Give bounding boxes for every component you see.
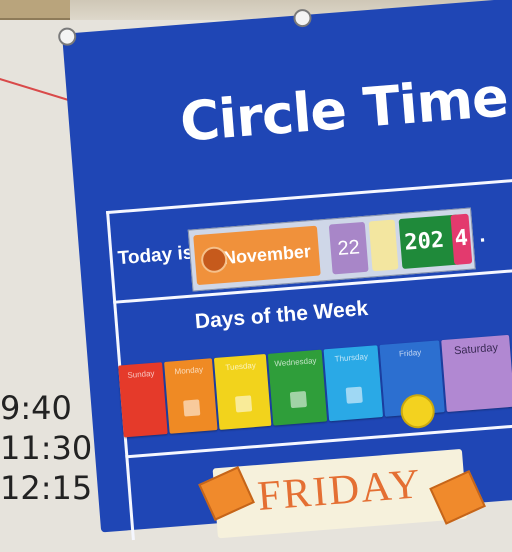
day-label: Sunday [127, 368, 155, 380]
whiteboard-times: 9:40 11:30 12:15 [0, 388, 93, 508]
day-label: Wednesday [274, 356, 317, 369]
date-pocket: November 22 202 4 [187, 207, 476, 292]
days-of-week-row: Sunday Monday Tuesday Wednesday Thursday… [118, 334, 512, 441]
slot-icon [345, 386, 363, 404]
slot-icon [234, 395, 253, 413]
day-label: Friday [398, 347, 422, 359]
sentence-period: . [478, 221, 487, 247]
day-label: Saturday [453, 341, 499, 358]
today-label: Today is [116, 242, 195, 270]
days-of-week-title: Days of the Week [194, 296, 369, 334]
time-entry: 9:40 [0, 389, 72, 427]
day-card-sunday[interactable]: Sunday [118, 362, 168, 438]
month-card[interactable]: November [193, 225, 321, 286]
day-card-wednesday[interactable]: Wednesday [267, 349, 328, 426]
circle-time-pocket-chart: Circle Time Today is November 22 202 4 .… [57, 0, 512, 541]
grommet-icon [292, 8, 313, 28]
wood-trim [0, 0, 70, 20]
day-label: Tuesday [225, 360, 257, 373]
year-digit-card[interactable]: 4 [450, 213, 473, 265]
day-card-monday[interactable]: Monday [164, 358, 218, 434]
month-text: November [222, 241, 312, 269]
slot-icon [183, 399, 201, 417]
day-card-friday[interactable]: Friday [379, 340, 445, 430]
grommet-icon [57, 26, 77, 47]
day-label: Thursday [334, 352, 369, 364]
day-card-saturday[interactable]: Saturday [441, 334, 512, 412]
day-label: Monday [174, 364, 204, 377]
slot-icon [289, 390, 308, 409]
blank-card [368, 219, 399, 272]
time-entry: 12:15 [0, 469, 93, 507]
day-number-card[interactable]: 22 [328, 221, 369, 275]
time-entry: 11:30 [0, 429, 93, 467]
today-day-text: FRIDAY [255, 461, 424, 521]
day-card-thursday[interactable]: Thursday [323, 345, 384, 422]
chart-title: Circle Time [177, 65, 510, 154]
day-card-tuesday[interactable]: Tuesday [213, 354, 272, 430]
sun-token-icon[interactable] [399, 392, 436, 430]
today-day-card[interactable]: FRIDAY [198, 448, 486, 539]
